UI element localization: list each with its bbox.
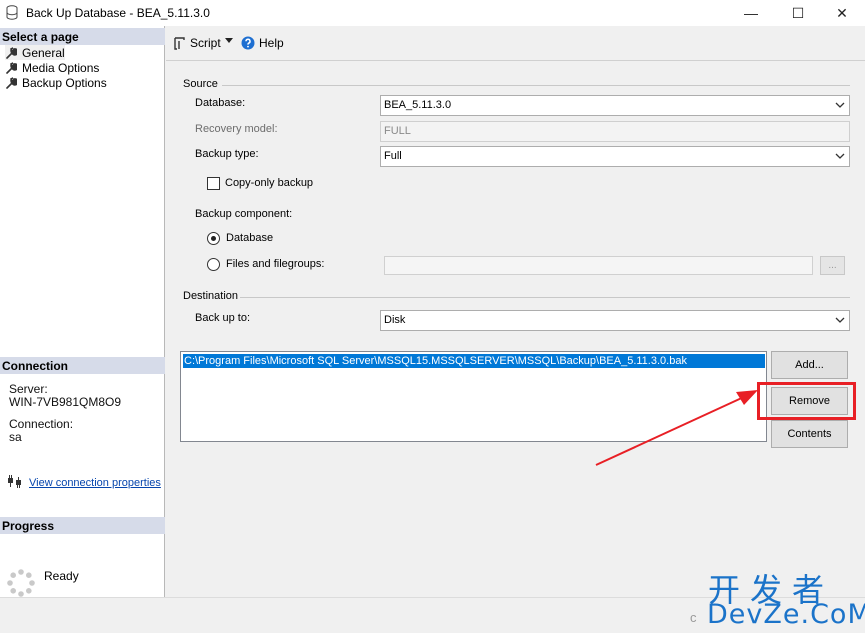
recovery-model-label: Recovery model: bbox=[195, 123, 278, 135]
page-item-label: Media Options bbox=[22, 60, 100, 75]
browse-filegroups-button: ... bbox=[820, 256, 845, 275]
page-item-media-options[interactable]: Media Options bbox=[5, 60, 99, 75]
script-dropdown-button[interactable] bbox=[225, 38, 233, 44]
database-label: Database: bbox=[195, 97, 246, 109]
add-button[interactable]: Add... bbox=[771, 351, 848, 379]
page-item-label: General bbox=[22, 45, 65, 60]
help-button[interactable]: Help bbox=[241, 36, 284, 50]
window-title: Back Up Database - BEA_5.11.3.0 bbox=[26, 6, 210, 20]
progress-status: Ready bbox=[44, 569, 79, 583]
list-item[interactable]: C:\Program Files\Microsoft SQL Server\MS… bbox=[183, 354, 765, 368]
filegroups-input bbox=[384, 256, 813, 275]
help-label: Help bbox=[259, 36, 284, 50]
select-page-header: Select a page bbox=[0, 28, 165, 45]
destination-group-label: Destination bbox=[183, 290, 239, 302]
view-connection-properties-link[interactable]: View connection properties bbox=[29, 477, 161, 489]
contents-button[interactable]: Contents bbox=[771, 420, 848, 448]
plug-icon bbox=[8, 475, 21, 488]
database-select[interactable]: BEA_5.11.3.0 bbox=[380, 95, 850, 116]
server-value: WIN-7VB981QM8O9 bbox=[9, 395, 122, 409]
page-item-backup-options[interactable]: Backup Options bbox=[5, 75, 107, 90]
dropdown-arrow-icon bbox=[225, 38, 233, 43]
database-icon bbox=[6, 5, 18, 20]
copy-only-label: Copy-only backup bbox=[225, 177, 314, 189]
wrench-icon bbox=[6, 76, 17, 89]
database-value: BEA_5.11.3.0 bbox=[384, 99, 452, 111]
component-database-radio[interactable] bbox=[207, 232, 220, 245]
component-files-label: Files and filegroups: bbox=[226, 258, 325, 270]
copy-only-checkbox[interactable] bbox=[207, 177, 220, 190]
maximize-icon: ☐ bbox=[791, 4, 805, 21]
remove-label: Remove bbox=[789, 395, 830, 407]
chevron-down-icon bbox=[835, 102, 845, 108]
backup-type-value: Full bbox=[384, 150, 402, 162]
page-item-label: Backup Options bbox=[22, 75, 107, 90]
script-label: Script bbox=[190, 36, 221, 50]
maximize-button[interactable]: ☐ bbox=[775, 0, 821, 26]
minimize-icon: — bbox=[744, 5, 758, 21]
script-button[interactable]: Script bbox=[173, 36, 221, 50]
chevron-down-icon bbox=[835, 317, 845, 323]
destination-divider bbox=[240, 297, 850, 298]
minimize-button[interactable]: — bbox=[728, 0, 774, 26]
recovery-model-field: FULL bbox=[380, 121, 850, 142]
progress-header: Progress bbox=[0, 517, 165, 534]
script-icon bbox=[174, 36, 185, 50]
back-up-to-select[interactable]: Disk bbox=[380, 310, 850, 331]
connection-label: Connection: bbox=[9, 417, 74, 431]
add-label: Add... bbox=[795, 359, 824, 371]
component-database-label: Database bbox=[226, 232, 274, 244]
chevron-down-icon bbox=[835, 153, 845, 159]
connection-header: Connection bbox=[0, 357, 165, 374]
browse-label: ... bbox=[828, 260, 837, 271]
backup-type-select[interactable]: Full bbox=[380, 146, 850, 167]
source-divider bbox=[222, 85, 850, 86]
contents-label: Contents bbox=[787, 428, 832, 440]
recovery-model-value: FULL bbox=[384, 125, 411, 137]
title-bar: Back Up Database - BEA_5.11.3.0 — ☐ ✕ bbox=[0, 0, 865, 26]
page-item-general[interactable]: General bbox=[5, 45, 65, 60]
close-icon: ✕ bbox=[836, 4, 848, 21]
connection-value: sa bbox=[9, 430, 22, 444]
progress-spinner-icon bbox=[7, 569, 35, 597]
watermark-prefix: c bbox=[690, 610, 697, 625]
main-panel: Source Database: BEA_5.11.3.0 Recovery m… bbox=[166, 60, 865, 597]
backup-type-label: Backup type: bbox=[195, 148, 259, 160]
close-button[interactable]: ✕ bbox=[819, 0, 865, 26]
toolbar: Script Help bbox=[166, 26, 865, 60]
help-icon bbox=[241, 36, 255, 50]
wrench-icon bbox=[6, 61, 17, 74]
component-files-radio[interactable] bbox=[207, 258, 220, 271]
back-up-to-label: Back up to: bbox=[195, 312, 251, 324]
watermark-text-en: DevZe.CoM bbox=[707, 599, 865, 630]
backup-component-label: Backup component: bbox=[195, 208, 293, 220]
annotation-arrow bbox=[595, 390, 758, 466]
source-group-label: Source bbox=[183, 78, 218, 90]
left-panel: Select a page General Media Options Back… bbox=[0, 26, 165, 597]
server-label: Server: bbox=[9, 382, 48, 396]
remove-button[interactable]: Remove bbox=[771, 387, 848, 415]
back-up-to-value: Disk bbox=[384, 314, 406, 326]
wrench-icon bbox=[6, 46, 17, 59]
